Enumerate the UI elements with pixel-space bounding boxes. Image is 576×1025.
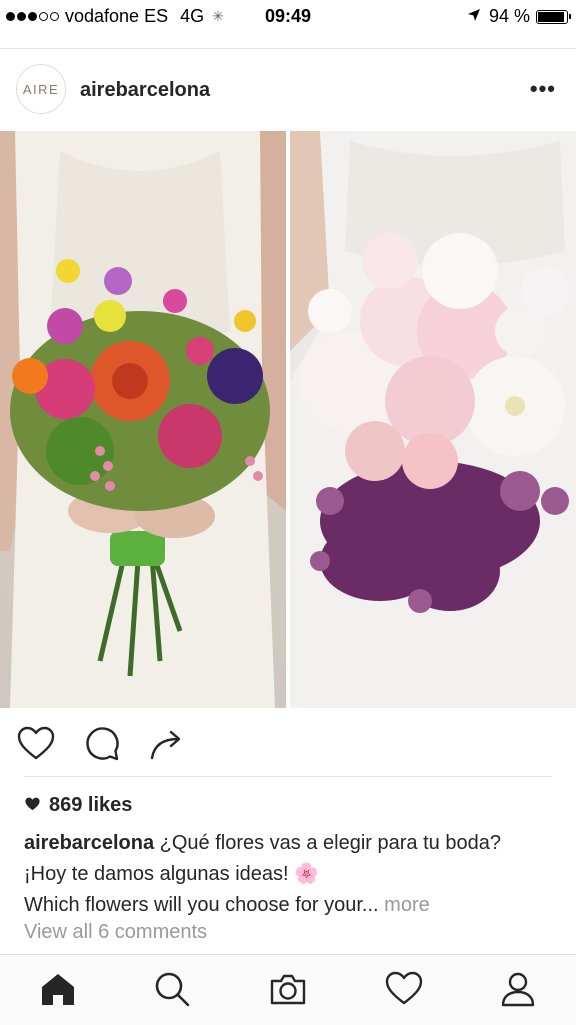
battery-percent: 94 % (488, 6, 530, 26)
bouquet-photo-right (290, 131, 576, 708)
heart-icon (24, 794, 41, 817)
post-caption: airebarcelona ¿Qué flores vas a elegir p… (24, 828, 564, 921)
bottom-tab-bar (0, 954, 576, 1025)
home-icon[interactable] (38, 969, 78, 1009)
caption-username[interactable]: airebarcelona (24, 832, 154, 854)
heart-icon[interactable] (384, 969, 424, 1009)
search-icon[interactable] (152, 969, 192, 1009)
more-options-button[interactable]: ••• (530, 78, 556, 100)
location-arrow-icon (467, 6, 481, 27)
bouquet-photo-left (0, 131, 286, 708)
post-actions (0, 718, 576, 768)
avatar[interactable]: AIRE (16, 64, 66, 114)
caption-text-line3: Which flowers will you choose for your..… (24, 894, 379, 916)
share-icon[interactable] (146, 724, 186, 764)
actions-divider (24, 776, 552, 777)
header-divider (0, 48, 576, 49)
status-bar: vodafone ES 4G ✳ 09:49 94 % (0, 0, 576, 34)
caption-text-line1: ¿Qué flores vas a elegir para tu boda? (159, 832, 501, 854)
heart-outline-icon[interactable] (16, 724, 56, 764)
likes-count[interactable]: 869 likes (24, 794, 132, 817)
post-username[interactable]: airebarcelona (80, 79, 210, 102)
profile-icon[interactable] (498, 969, 538, 1009)
camera-icon[interactable] (268, 969, 308, 1009)
post-image[interactable] (0, 131, 576, 708)
caption-more-link[interactable]: more (384, 894, 430, 916)
post-header: AIRE airebarcelona ••• (0, 50, 576, 130)
caption-text-line2: ¡Hoy te damos algunas ideas! 🌸 (24, 863, 320, 885)
likes-label: 869 likes (49, 794, 133, 816)
comment-icon[interactable] (82, 724, 122, 764)
view-comments-link[interactable]: View all 6 comments (24, 921, 207, 944)
battery-icon (536, 9, 571, 24)
